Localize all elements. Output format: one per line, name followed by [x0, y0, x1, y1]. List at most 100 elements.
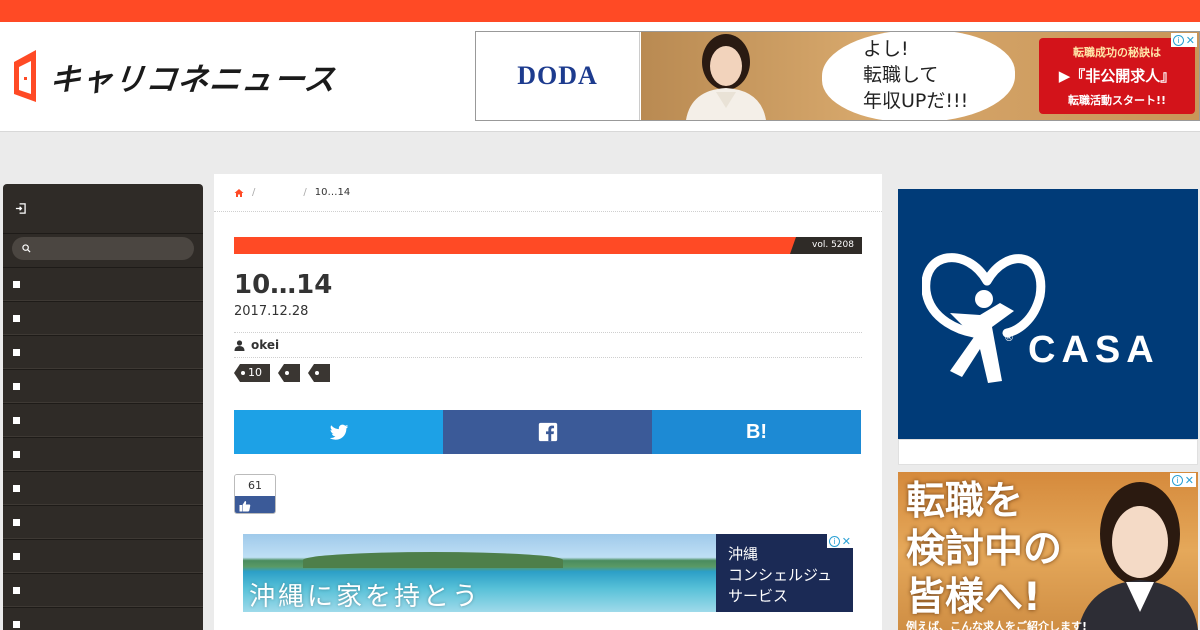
bullet-icon: [13, 348, 20, 356]
right-ad-caption: [898, 439, 1198, 465]
ad-seascape: 沖縄に家を持とう: [243, 534, 716, 612]
recruit-line-1: 転職を: [906, 479, 1024, 524]
svg-text:®: ®: [1004, 333, 1014, 344]
logo-mark-icon: [14, 50, 36, 102]
ad-cta-box[interactable]: 転職成功の秘訣は ▶『非公開求人』 転職活動スタート!!: [1039, 38, 1195, 114]
inline-banner-ad[interactable]: 沖縄に家を持とう 沖縄 コンシェルジュ サービス i ✕: [243, 534, 853, 612]
author-row: okei: [234, 332, 862, 358]
ad-side-line-3: サービス: [728, 587, 789, 605]
bullet-icon: [13, 450, 20, 458]
ad-cta-line-3: 転職活動スタート!!: [1067, 94, 1167, 107]
sidebar-item-6[interactable]: [3, 437, 203, 471]
site-header: キャリコネニュース DODA よし! 転職して 年収UPだ!!! 転職成功の秘訣…: [0, 22, 1200, 132]
share-buttons: B!: [234, 410, 861, 454]
info-icon[interactable]: i: [1172, 474, 1183, 486]
search-icon: [22, 244, 31, 253]
bullet-icon: [13, 620, 20, 628]
twitter-icon: [329, 424, 348, 440]
facebook-like-box[interactable]: 61: [234, 474, 276, 514]
close-icon[interactable]: ✕: [1186, 34, 1195, 47]
thumbs-up-icon: [239, 500, 251, 511]
left-sidebar: [3, 184, 203, 630]
businesswoman-illustration-icon: [1078, 482, 1198, 630]
article-main: / / 10…14 vol. 5208 10…14 2017.12.28 oke…: [214, 174, 882, 630]
article-date: 2017.12.28: [234, 304, 309, 319]
recruit-subtext: 例えば、こんな求人をご紹介します!: [906, 620, 1088, 630]
bullet-icon: [13, 280, 20, 288]
right-casa-ad[interactable]: ® CASA: [898, 189, 1198, 439]
speech-line-2: 転職して: [863, 64, 939, 86]
volume-bar: vol. 5208: [234, 237, 862, 254]
like-count: 61: [235, 475, 275, 496]
sidebar-search: [12, 237, 194, 260]
doda-logo: DODA: [517, 61, 598, 90]
ad-cta-line-2: ▶『非公開求人』: [1058, 67, 1176, 85]
recruit-headline: 転職を 検討中の 皆様へ!: [906, 478, 1062, 622]
speech-text: よし! 転職して 年収UPだ!!!: [863, 36, 968, 114]
header-banner-ad[interactable]: DODA よし! 転職して 年収UPだ!!! 転職成功の秘訣は ▶『非公開求人』…: [475, 31, 1200, 121]
bullet-icon: [13, 484, 20, 492]
adchoices-badge[interactable]: i ✕: [827, 534, 853, 548]
like-button[interactable]: [235, 496, 275, 513]
share-hatena-button[interactable]: B!: [652, 410, 861, 454]
sidebar-item-5[interactable]: [3, 403, 203, 437]
ad-photo: よし! 転職して 年収UPだ!!! 転職成功の秘訣は ▶『非公開求人』 転職活動…: [641, 32, 1199, 120]
home-icon[interactable]: [234, 188, 244, 198]
bullet-icon: [13, 552, 20, 560]
bullet-icon: [13, 586, 20, 594]
sidebar-item-11[interactable]: [3, 607, 203, 630]
breadcrumb-current: 10…14: [314, 187, 351, 198]
sidebar-item-9[interactable]: [3, 539, 203, 573]
breadcrumb-separator: /: [303, 187, 307, 198]
bullet-icon: [13, 382, 20, 390]
casa-brand-name: CASA: [1028, 329, 1160, 371]
adchoices-badge[interactable]: i ✕: [1170, 473, 1196, 487]
search-input[interactable]: [36, 239, 186, 258]
tag-item[interactable]: [308, 364, 330, 382]
sidebar-item-2[interactable]: [3, 301, 203, 335]
sidebar-item-3[interactable]: [3, 335, 203, 369]
sidebar-item-1[interactable]: [3, 267, 203, 301]
breadcrumb-separator: /: [252, 187, 256, 198]
sidebar-item-4[interactable]: [3, 369, 203, 403]
bullet-icon: [13, 314, 20, 322]
woman-illustration-icon: [686, 34, 766, 120]
speech-line-3: 年収UPだ!!!: [863, 90, 969, 112]
info-icon[interactable]: i: [1173, 34, 1184, 46]
sidebar-menu: [3, 267, 203, 630]
right-recruit-ad[interactable]: 転職を 検討中の 皆様へ! 例えば、こんな求人をご紹介します! i ✕: [898, 472, 1198, 630]
login-icon: [15, 203, 26, 214]
ad-island: [303, 552, 563, 568]
close-icon[interactable]: ✕: [1185, 474, 1194, 487]
speech-line-1: よし!: [863, 38, 909, 60]
bullet-icon: [13, 416, 20, 424]
article-title: 10…14: [234, 270, 333, 300]
facebook-icon: [538, 422, 557, 442]
sidebar-item-8[interactable]: [3, 505, 203, 539]
info-icon[interactable]: i: [829, 535, 840, 547]
share-twitter-button[interactable]: [234, 410, 443, 454]
tag-list: 10: [234, 364, 330, 382]
share-facebook-button[interactable]: [443, 410, 652, 454]
ad-side-line-2: コンシェルジュ: [728, 566, 832, 584]
ad-headline: 沖縄に家を持とう: [249, 582, 482, 612]
recruit-line-2: 検討中の: [906, 527, 1063, 572]
login-link[interactable]: [3, 184, 203, 234]
breadcrumb: / / 10…14: [214, 174, 882, 212]
user-icon: [234, 339, 245, 351]
doda-logo-box: DODA: [476, 32, 640, 120]
logo-text: キャリコネニュース: [47, 61, 338, 98]
sidebar-item-7[interactable]: [3, 471, 203, 505]
author-name[interactable]: okei: [251, 338, 279, 352]
adchoices-badge[interactable]: i ✕: [1171, 33, 1197, 47]
bullet-icon: [13, 518, 20, 526]
sidebar-item-10[interactable]: [3, 573, 203, 607]
tag-item[interactable]: 10: [234, 364, 270, 382]
close-icon[interactable]: ✕: [842, 535, 851, 548]
top-accent-bar: [0, 0, 1200, 22]
hatena-bookmark-label: B!: [745, 420, 768, 443]
tag-item[interactable]: [278, 364, 300, 382]
recruit-line-3: 皆様へ!: [906, 575, 1041, 620]
volume-label: vol. 5208: [790, 237, 862, 254]
site-logo[interactable]: キャリコネニュース: [12, 48, 338, 104]
